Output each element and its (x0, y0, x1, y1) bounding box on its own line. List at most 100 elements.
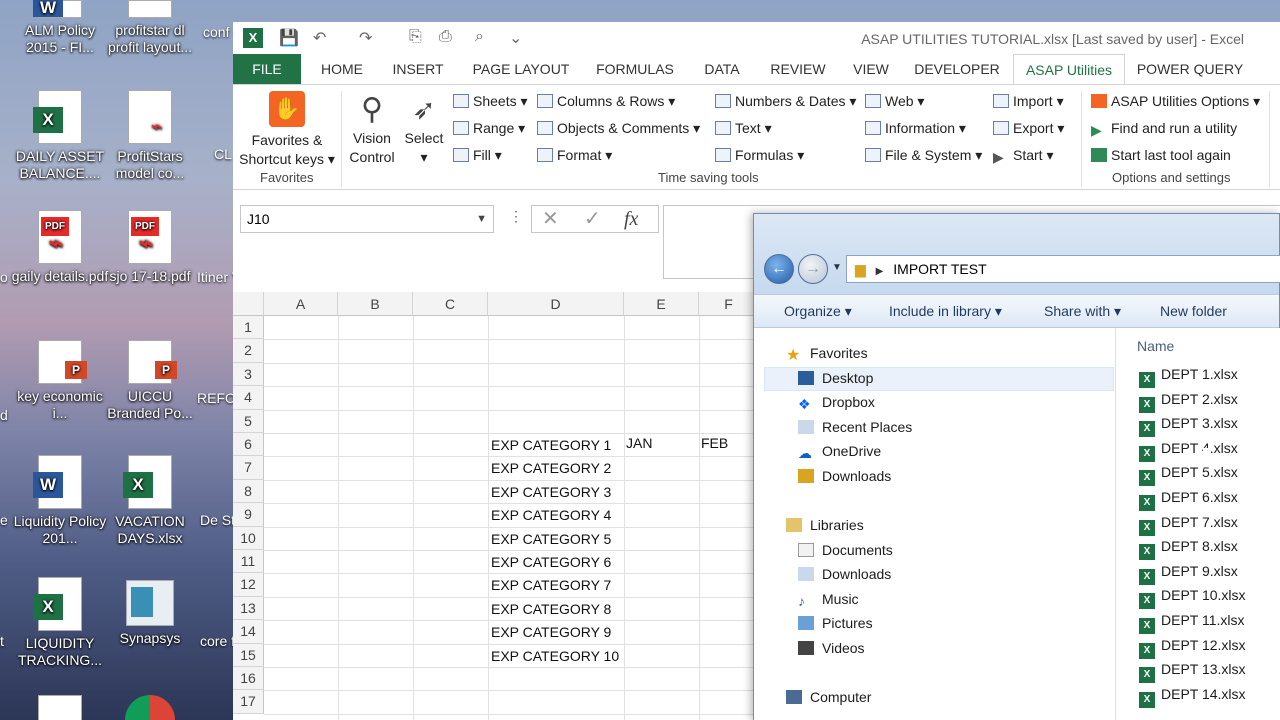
nav-computer[interactable]: Computer (786, 689, 871, 705)
row-header-7[interactable]: 7 (233, 456, 264, 480)
import-menu[interactable]: Import ▾ (993, 93, 1064, 110)
vision-control-button[interactable]: ⚲ Vision Control (345, 91, 399, 167)
cell-d6[interactable]: EXP CATEGORY 1 (491, 437, 611, 453)
history-chevron-icon[interactable]: ▼ (832, 262, 842, 273)
objects-comments-menu[interactable]: Objects & Comments ▾ (537, 120, 700, 137)
file-item[interactable]: X DEPT 13.xlsx (1139, 661, 1246, 684)
row-header-11[interactable]: 11 (233, 550, 264, 574)
file-item[interactable]: X DEPT 12.xlsx (1139, 637, 1246, 659)
tab-developer[interactable]: DEVELOPER (909, 54, 1005, 84)
information-menu[interactable]: Information ▾ (865, 120, 966, 137)
start-last-tool-button[interactable]: Start last tool again (1091, 147, 1231, 163)
nav-downloads[interactable]: Downloads (798, 468, 891, 484)
nav-recent-places[interactable]: Recent Places (798, 419, 912, 435)
nav-dropbox[interactable]: ❖ Dropbox (798, 394, 875, 412)
select-button[interactable]: ➶ Select ▾ (401, 91, 447, 167)
cell-d14[interactable]: EXP CATEGORY 9 (491, 624, 611, 640)
sheets-menu[interactable]: Sheets ▾ (453, 93, 528, 110)
desktop-icon-key-economic[interactable]: P key economic i... (10, 340, 110, 422)
cell-f5[interactable]: FEB (701, 435, 728, 451)
back-arrow-icon[interactable]: ← (764, 254, 794, 284)
nav-pictures[interactable]: Pictures (798, 615, 873, 631)
include-in-library-button[interactable]: Include in library ▾ (889, 303, 1002, 320)
nav-documents[interactable]: Documents (798, 542, 893, 558)
forward-arrow-icon[interactable]: → (798, 254, 828, 284)
desktop-icon-gaily-details[interactable]: PDF ⌁ gaily details.pdf (10, 210, 110, 285)
file-item[interactable]: X DEPT 14.xlsx (1139, 686, 1246, 708)
favorites-shortcut-keys-button[interactable]: ✋ Favorites & Shortcut keys ▾ (239, 91, 335, 169)
desktop-icon-daily-asset[interactable]: X DAILY ASSET BALANCE.... (10, 90, 110, 182)
formulas-menu[interactable]: Formulas ▾ (715, 147, 804, 164)
cell-d7[interactable]: EXP CATEGORY 2 (491, 460, 611, 476)
undo-icon[interactable]: ↶ (313, 28, 326, 48)
nav-videos[interactable]: Videos (798, 640, 865, 656)
row-header-8[interactable]: 8 (233, 479, 264, 504)
save-icon[interactable]: 💾 (279, 28, 299, 48)
file-item[interactable]: X DEPT 8.xlsx (1139, 538, 1238, 561)
row-header-15[interactable]: 15 (233, 643, 264, 667)
tab-review[interactable]: REVIEW (763, 54, 833, 84)
cell-d13[interactable]: EXP CATEGORY 8 (491, 601, 611, 617)
row-header-2[interactable]: 2 (233, 339, 264, 363)
row-header-17[interactable]: 17 (233, 690, 264, 714)
file-system-menu[interactable]: File & System ▾ (865, 147, 982, 164)
nav-onedrive[interactable]: ☁ OneDrive (798, 443, 881, 461)
address-bar[interactable]: ▆ ▶ IMPORT TEST (846, 255, 1280, 283)
name-box[interactable]: J10 ▼ (240, 205, 494, 233)
row-header-9[interactable]: 9 (233, 503, 264, 527)
desktop-icon-liquidity-policy[interactable]: W Liquidity Policy 201... (10, 455, 110, 547)
print-icon[interactable]: ⎙ (439, 28, 452, 46)
row-header-6[interactable]: 6 (233, 433, 264, 457)
row-header-10[interactable]: 10 (233, 526, 264, 550)
cell-d12[interactable]: EXP CATEGORY 7 (491, 577, 611, 593)
desktop-icon-chrome[interactable] (100, 695, 200, 720)
select-all-corner[interactable] (233, 292, 264, 316)
row-header-5[interactable]: 5 (233, 409, 264, 433)
column-header-a[interactable]: A (264, 292, 338, 316)
file-item[interactable]: X DEPT 3.xlsx (1139, 415, 1238, 438)
web-menu[interactable]: Web ▾ (865, 93, 924, 110)
tab-power-query[interactable]: POWER QUERY (1135, 54, 1245, 84)
cell-e5[interactable]: JAN (626, 435, 652, 451)
desktop-icon-profitstar-dl[interactable]: profitstar dl profit layout... (100, 0, 200, 56)
desktop-icon-profitstars-model[interactable]: ⌁ ProfitStars model co... (100, 90, 200, 182)
organize-button[interactable]: Organize ▾ (784, 303, 852, 320)
cell-d15[interactable]: EXP CATEGORY 10 (491, 648, 619, 664)
file-item[interactable]: X DEPT 9.xlsx (1139, 563, 1238, 585)
cell-d9[interactable]: EXP CATEGORY 4 (491, 507, 611, 523)
find-run-utility-button[interactable]: ▶ Find and run a utility (1091, 120, 1237, 138)
column-header-d[interactable]: D (488, 292, 624, 316)
tab-home[interactable]: HOME (311, 54, 373, 84)
range-menu[interactable]: Range ▾ (453, 120, 525, 137)
file-item[interactable]: X DEPT 1.xlsx (1139, 366, 1238, 388)
row-header-4[interactable]: 4 (233, 386, 264, 410)
row-header-16[interactable]: 16 (233, 667, 264, 691)
nav-music[interactable]: ♪ Music (798, 591, 859, 609)
redo-icon[interactable]: ↷ (359, 28, 372, 48)
cell-d10[interactable]: EXP CATEGORY 5 (491, 531, 611, 547)
file-item[interactable]: X DEPT 6.xlsx (1139, 489, 1238, 511)
desktop-icon-liquidity-tracking[interactable]: X LIQUIDITY TRACKING... (10, 577, 110, 669)
tab-insert[interactable]: INSERT (385, 54, 451, 84)
file-item[interactable]: X DEPT 4.xlsx (1139, 440, 1238, 462)
start-menu[interactable]: ▶ Start ▾ (993, 147, 1054, 165)
cell-d11[interactable]: EXP CATEGORY 6 (491, 554, 611, 570)
nav-lib-downloads[interactable]: Downloads (798, 566, 891, 582)
desktop-icon-sjo[interactable]: PDF ⌁ sjo 17-18.pdf (100, 210, 200, 285)
tab-view[interactable]: VIEW (845, 54, 897, 84)
desktop-icon-alm-policy[interactable]: W ALM Policy 2015 - FI... (10, 0, 110, 56)
text-menu[interactable]: Text ▾ (715, 120, 772, 137)
row-header-12[interactable]: 12 (233, 573, 264, 597)
column-header-e[interactable]: E (624, 292, 699, 316)
tab-formulas[interactable]: FORMULAS (589, 54, 681, 84)
fill-menu[interactable]: Fill ▾ (453, 147, 502, 164)
insert-function-icon[interactable]: fx (624, 206, 638, 232)
cell-d8[interactable]: EXP CATEGORY 3 (491, 484, 611, 500)
desktop-icon-uiccu[interactable]: P UICCU Branded Po... (100, 340, 200, 422)
columns-rows-menu[interactable]: Columns & Rows ▾ (537, 93, 675, 110)
enter-icon[interactable]: ✓ (584, 206, 601, 232)
file-item[interactable]: X DEPT 11.xlsx (1139, 612, 1245, 634)
nav-desktop[interactable]: Desktop (798, 370, 873, 386)
preview-icon[interactable]: ⌕ (475, 28, 484, 46)
desktop-icon-partial-excel[interactable] (10, 695, 110, 720)
